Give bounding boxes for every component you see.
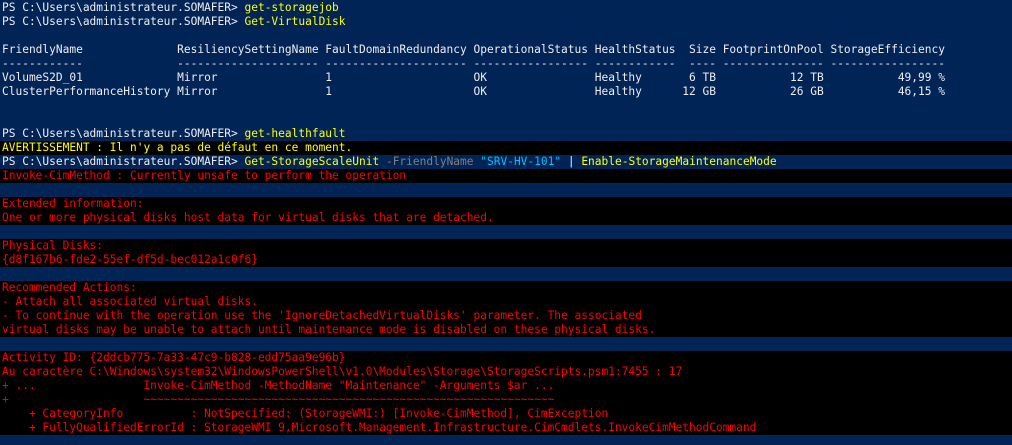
error-line: Extended information: [0,197,1012,211]
error-line: One or more physical disks host data for… [0,211,1012,225]
table-header: FriendlyName ResiliencySettingName Fault… [2,43,945,56]
parameter-name: -FriendlyName [385,155,474,168]
prompt: PS C:\Users\administrateur.SOMAFER> [2,155,245,168]
parameter-value: "SRV-HV-101" [480,155,562,168]
error-line: + ~~~~~~~~~~~~~~~~~~~~~~~~~~~~~~~~~~~~~~… [0,393,1012,407]
error-line: {d8f167b6-fde2-55ef-df5d-bec012a1c0f6} [0,253,1012,267]
prompt: PS C:\Users\administrateur.SOMAFER> [2,127,245,140]
error-line: virtual disks may be unable to attach un… [0,323,1012,337]
table-divider: ------------ --------------------- -----… [2,57,945,70]
error-line: - To continue with the operation use the… [0,309,1012,323]
prompt-line: PS C:\Users\administrateur.SOMAFER> Get-… [0,155,1012,169]
error-line: Au caractère C:\Windows\system32\Windows… [0,365,1012,379]
error-line: + FullyQualifiedErrorId : StorageWMI 9,M… [0,421,1012,435]
prompt-line: PS C:\Users\administrateur.SOMAFER> Get-… [0,15,1012,29]
prompt-line: PS C:\Users\administrateur.SOMAFER> get-… [0,1,1012,15]
pipe-operator: | [561,155,582,168]
prompt: PS C:\Users\administrateur.SOMAFER> [2,1,245,14]
command-text: Enable-StorageMaintenanceMode [581,155,777,168]
error-line: Physical Disks: [0,239,1012,253]
command-text: Get-StorageScaleUnit [244,155,380,168]
prompt-line: PS C:\Users\administrateur.SOMAFER> get-… [0,127,1012,141]
error-line: + ... Invoke-CimMethod -MethodName "Main… [0,379,1012,393]
error-line: Invoke-CimMethod : Currently unsafe to p… [0,169,1012,183]
warning-line: AVERTISSEMENT : Il n'y a pas de défaut e… [0,141,1012,155]
command-text: Get-VirtualDisk [244,15,346,28]
command-text: get-healthfault [244,127,346,140]
error-line: + CategoryInfo : NotSpecified: (StorageW… [0,407,1012,421]
table-row: ClusterPerformanceHistory Mirror 1 OK He… [2,85,945,98]
error-line: Recommended Actions: [0,281,1012,295]
powershell-console[interactable]: PS C:\Users\administrateur.SOMAFER> get-… [0,0,1012,445]
table-row: VolumeS2D_01 Mirror 1 OK Healthy 6 TB 12… [2,71,945,84]
error-line: Activity ID: {2ddcb775-7a33-47c9-b828-ed… [0,351,1012,365]
error-line: - Attach all associated virtual disks. [0,295,1012,309]
prompt: PS C:\Users\administrateur.SOMAFER> [2,15,245,28]
command-text: get-storagejob [244,1,339,14]
